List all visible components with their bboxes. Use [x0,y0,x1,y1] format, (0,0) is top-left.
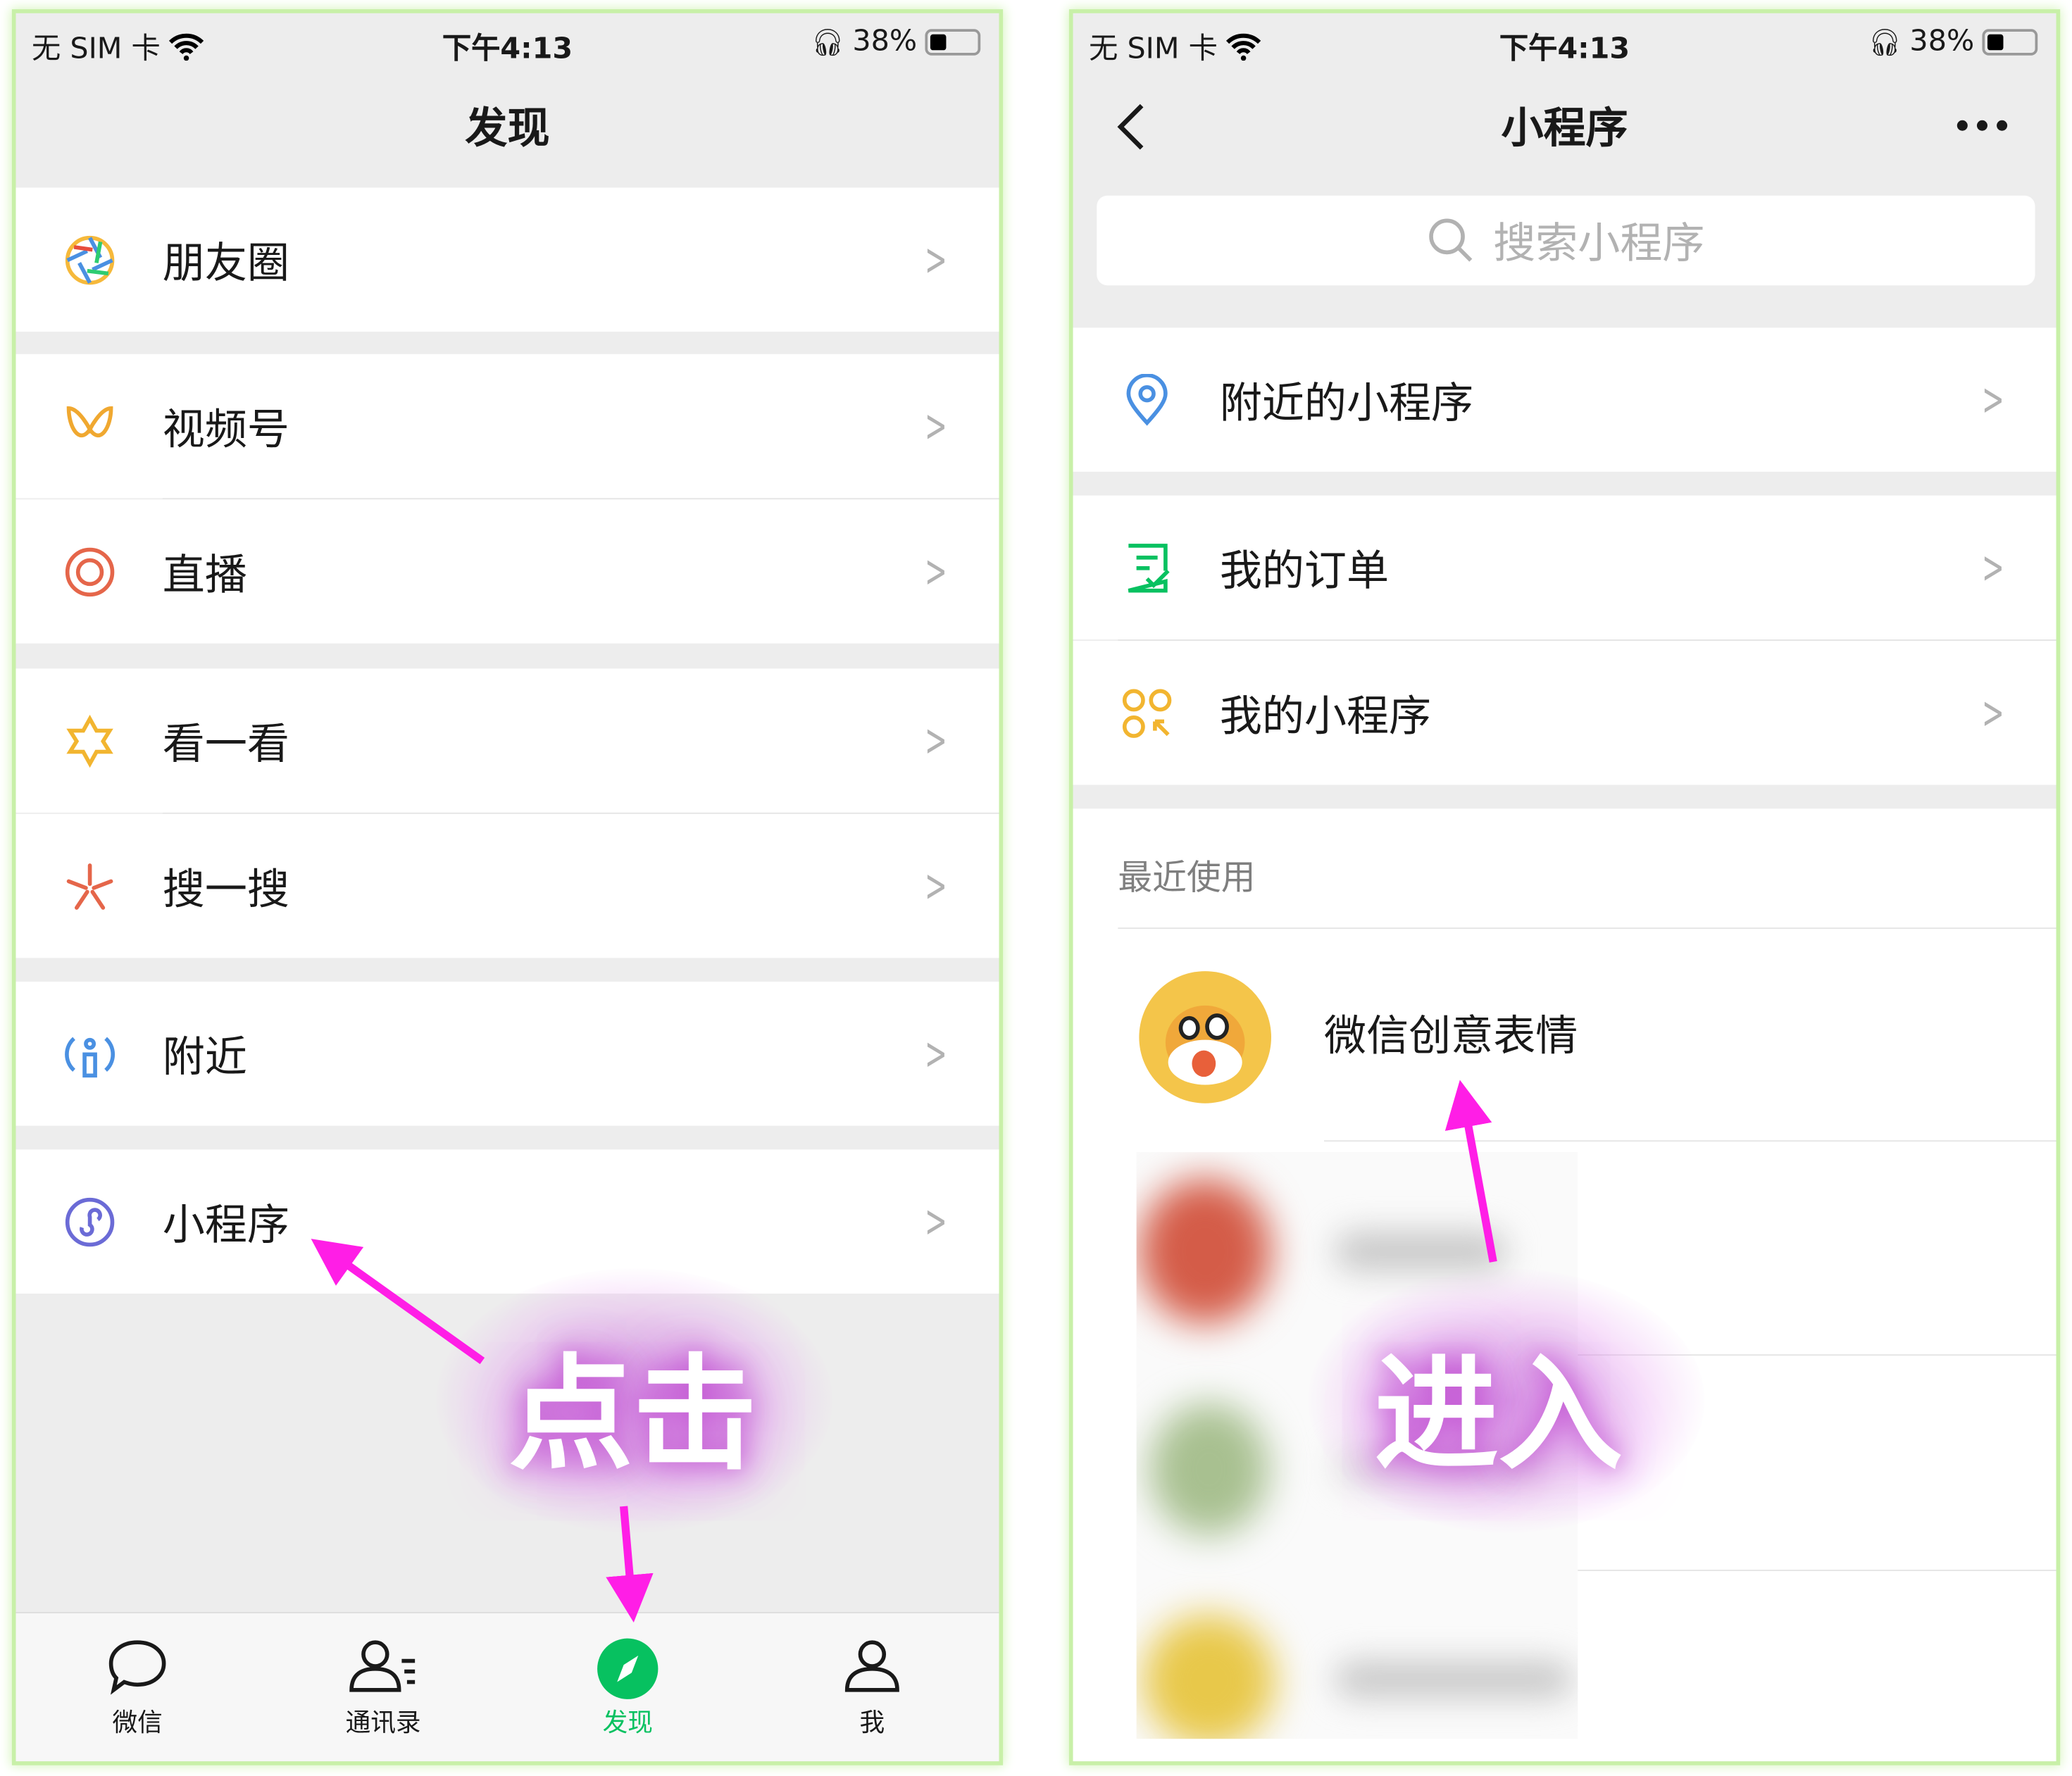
arrow-to-mini-programs [311,1239,485,1365]
annotation-arrows [311,1080,1497,1622]
arrow-to-discover-tab [606,1506,654,1622]
arrow-to-recent-item [1444,1080,1497,1263]
